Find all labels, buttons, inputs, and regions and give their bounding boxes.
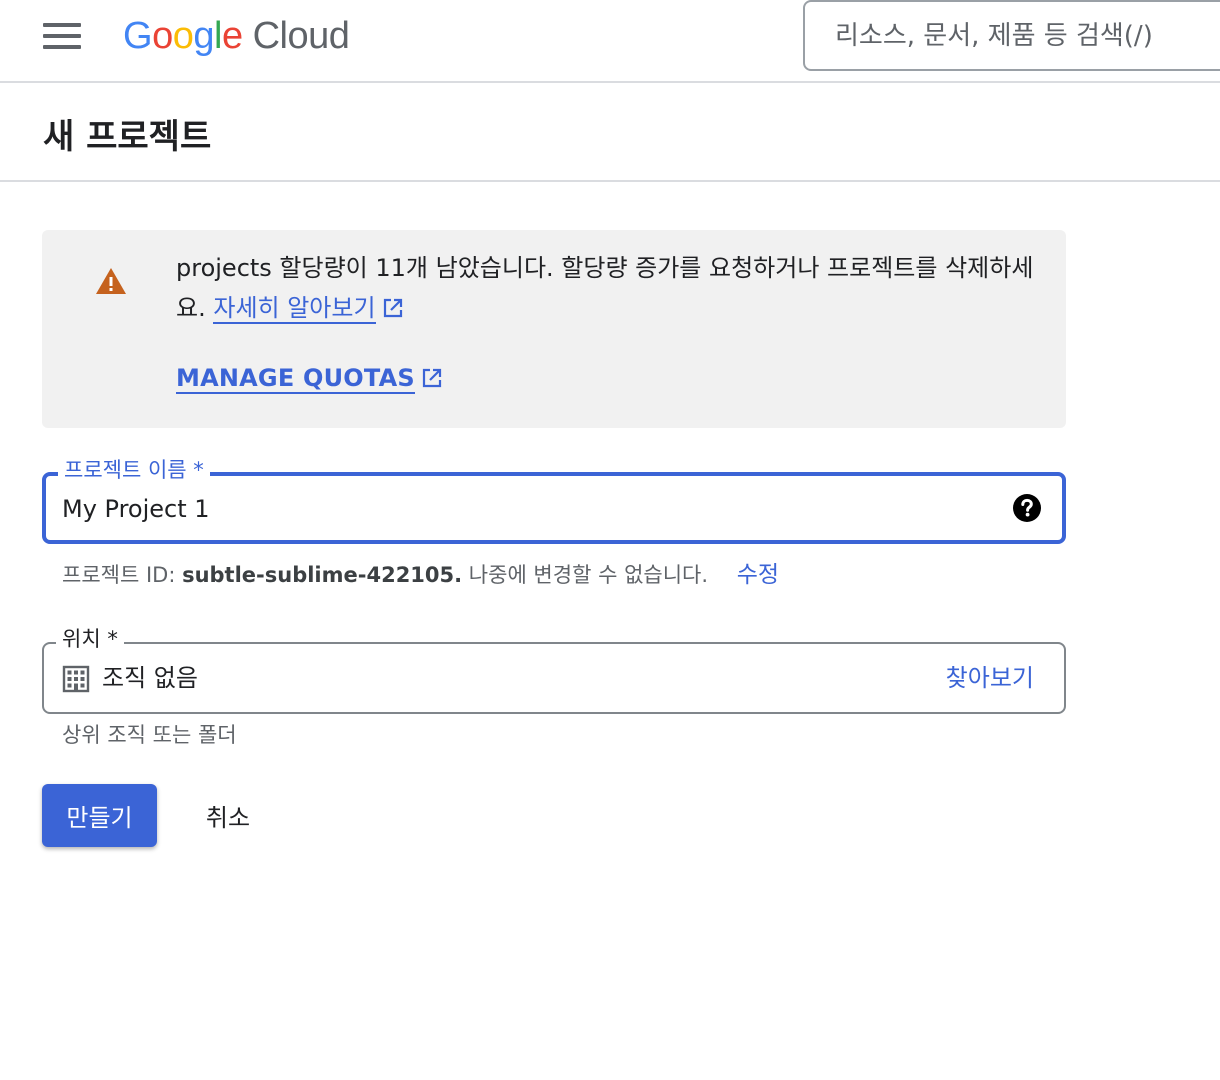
cancel-button[interactable]: 취소 bbox=[180, 784, 276, 847]
location-label: 위치 * bbox=[56, 626, 124, 652]
quota-warning-message: projects 할당량이 11개 남았습니다. 할당량 증가를 요청하거나 프… bbox=[176, 248, 1046, 328]
logo-letter: o bbox=[172, 14, 194, 57]
page-title: 새 프로젝트 bbox=[43, 117, 212, 157]
logo-letter: e bbox=[221, 14, 243, 57]
project-id-prefix: 프로젝트 ID: bbox=[62, 563, 183, 587]
page-header: 새 프로젝트 bbox=[0, 83, 1220, 182]
search-input[interactable] bbox=[835, 16, 1215, 56]
manage-quotas-link[interactable]: MANAGE QUOTAS bbox=[176, 364, 415, 394]
project-name-label: 프로젝트 이름 * bbox=[58, 457, 210, 483]
hamburger-menu-icon[interactable] bbox=[28, 14, 96, 58]
external-link-icon bbox=[383, 298, 402, 318]
create-button[interactable]: 만들기 bbox=[42, 784, 157, 847]
project-id-suffix: 나중에 변경할 수 없습니다. bbox=[462, 563, 709, 587]
manage-quotas-row: MANAGE QUOTAS bbox=[176, 360, 443, 396]
organization-building-icon bbox=[62, 665, 90, 693]
project-name-input[interactable] bbox=[62, 490, 962, 528]
project-name-field[interactable]: 프로젝트 이름 * bbox=[42, 457, 1066, 544]
google-cloud-logo[interactable]: Google Cloud bbox=[123, 8, 350, 64]
logo-letter: G bbox=[123, 14, 153, 57]
external-link-icon bbox=[422, 368, 441, 388]
help-icon[interactable] bbox=[1012, 493, 1042, 523]
warning-icon bbox=[96, 268, 126, 294]
location-hint: 상위 조직 또는 폴더 bbox=[62, 723, 237, 747]
browse-location-link[interactable]: 찾아보기 bbox=[946, 661, 1034, 695]
logo-google-word: Google bbox=[123, 15, 243, 58]
project-id-value: subtle-sublime-422105. bbox=[182, 563, 463, 587]
logo-cloud-word: Cloud bbox=[252, 14, 350, 57]
logo-letter: l bbox=[213, 14, 222, 57]
edit-project-id-link[interactable]: 수정 bbox=[737, 562, 779, 588]
location-field[interactable]: 위치 * 조직 없음 찾아보기 bbox=[42, 626, 1066, 714]
learn-more-link[interactable]: 자세히 알아보기 bbox=[213, 294, 376, 324]
location-value: 조직 없음 bbox=[102, 664, 198, 692]
logo-letter: o bbox=[152, 14, 173, 57]
top-app-bar: Google Cloud bbox=[0, 0, 1220, 83]
search-bar[interactable] bbox=[803, 0, 1220, 71]
logo-letter: g bbox=[193, 14, 214, 57]
quota-warning-banner: projects 할당량이 11개 남았습니다. 할당량 증가를 요청하거나 프… bbox=[42, 230, 1066, 428]
project-id-info: 프로젝트 ID: subtle-sublime-422105. 나중에 변경할 … bbox=[62, 560, 779, 590]
